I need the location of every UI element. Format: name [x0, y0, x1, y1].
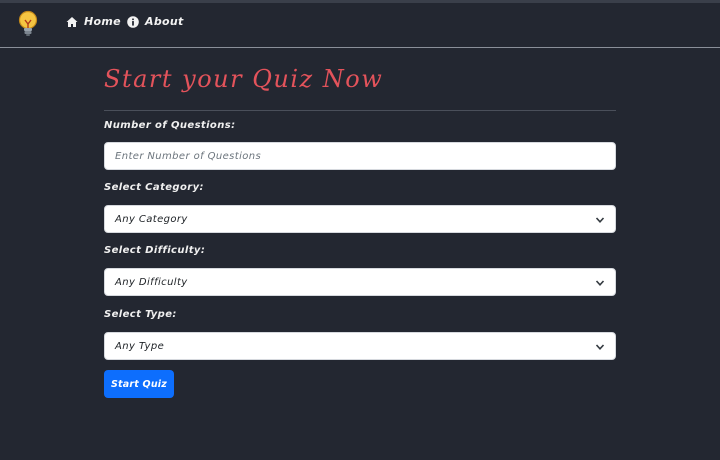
difficulty-label: Select Difficulty:	[104, 245, 206, 256]
quiz-form: Start your Quiz Now Number of Questions:…	[104, 60, 616, 398]
type-selected-value: Any Type	[115, 340, 165, 352]
category-selected-value: Any Category	[115, 213, 188, 225]
num-questions-label: Number of Questions:	[104, 120, 236, 131]
num-questions-input[interactable]: Enter Number of Questions	[104, 142, 616, 170]
category-label: Select Category:	[104, 182, 204, 193]
category-select[interactable]: Any Category	[104, 205, 616, 233]
navbar: Home About	[0, 3, 720, 46]
page-title: Start your Quiz Now	[104, 65, 384, 93]
difficulty-select[interactable]: Any Difficulty	[104, 268, 616, 296]
type-select[interactable]: Any Type	[104, 332, 616, 360]
info-icon	[127, 15, 139, 28]
nav-about-label: About	[145, 15, 184, 28]
difficulty-selected-value: Any Difficulty	[115, 276, 188, 288]
chevron-down-icon	[595, 280, 605, 286]
start-quiz-button[interactable]: Start Quiz	[104, 370, 174, 398]
num-questions-placeholder: Enter Number of Questions	[115, 150, 262, 162]
nav-about-link[interactable]: About	[127, 15, 184, 28]
title-divider	[104, 110, 616, 111]
home-icon	[66, 16, 78, 27]
chevron-down-icon	[595, 344, 605, 350]
navbar-divider	[0, 47, 720, 48]
nav-home-link[interactable]: Home	[66, 15, 121, 28]
chevron-down-icon	[595, 217, 605, 223]
lightbulb-icon[interactable]	[17, 10, 39, 38]
nav-home-label: Home	[84, 15, 121, 28]
type-label: Select Type:	[104, 309, 177, 320]
